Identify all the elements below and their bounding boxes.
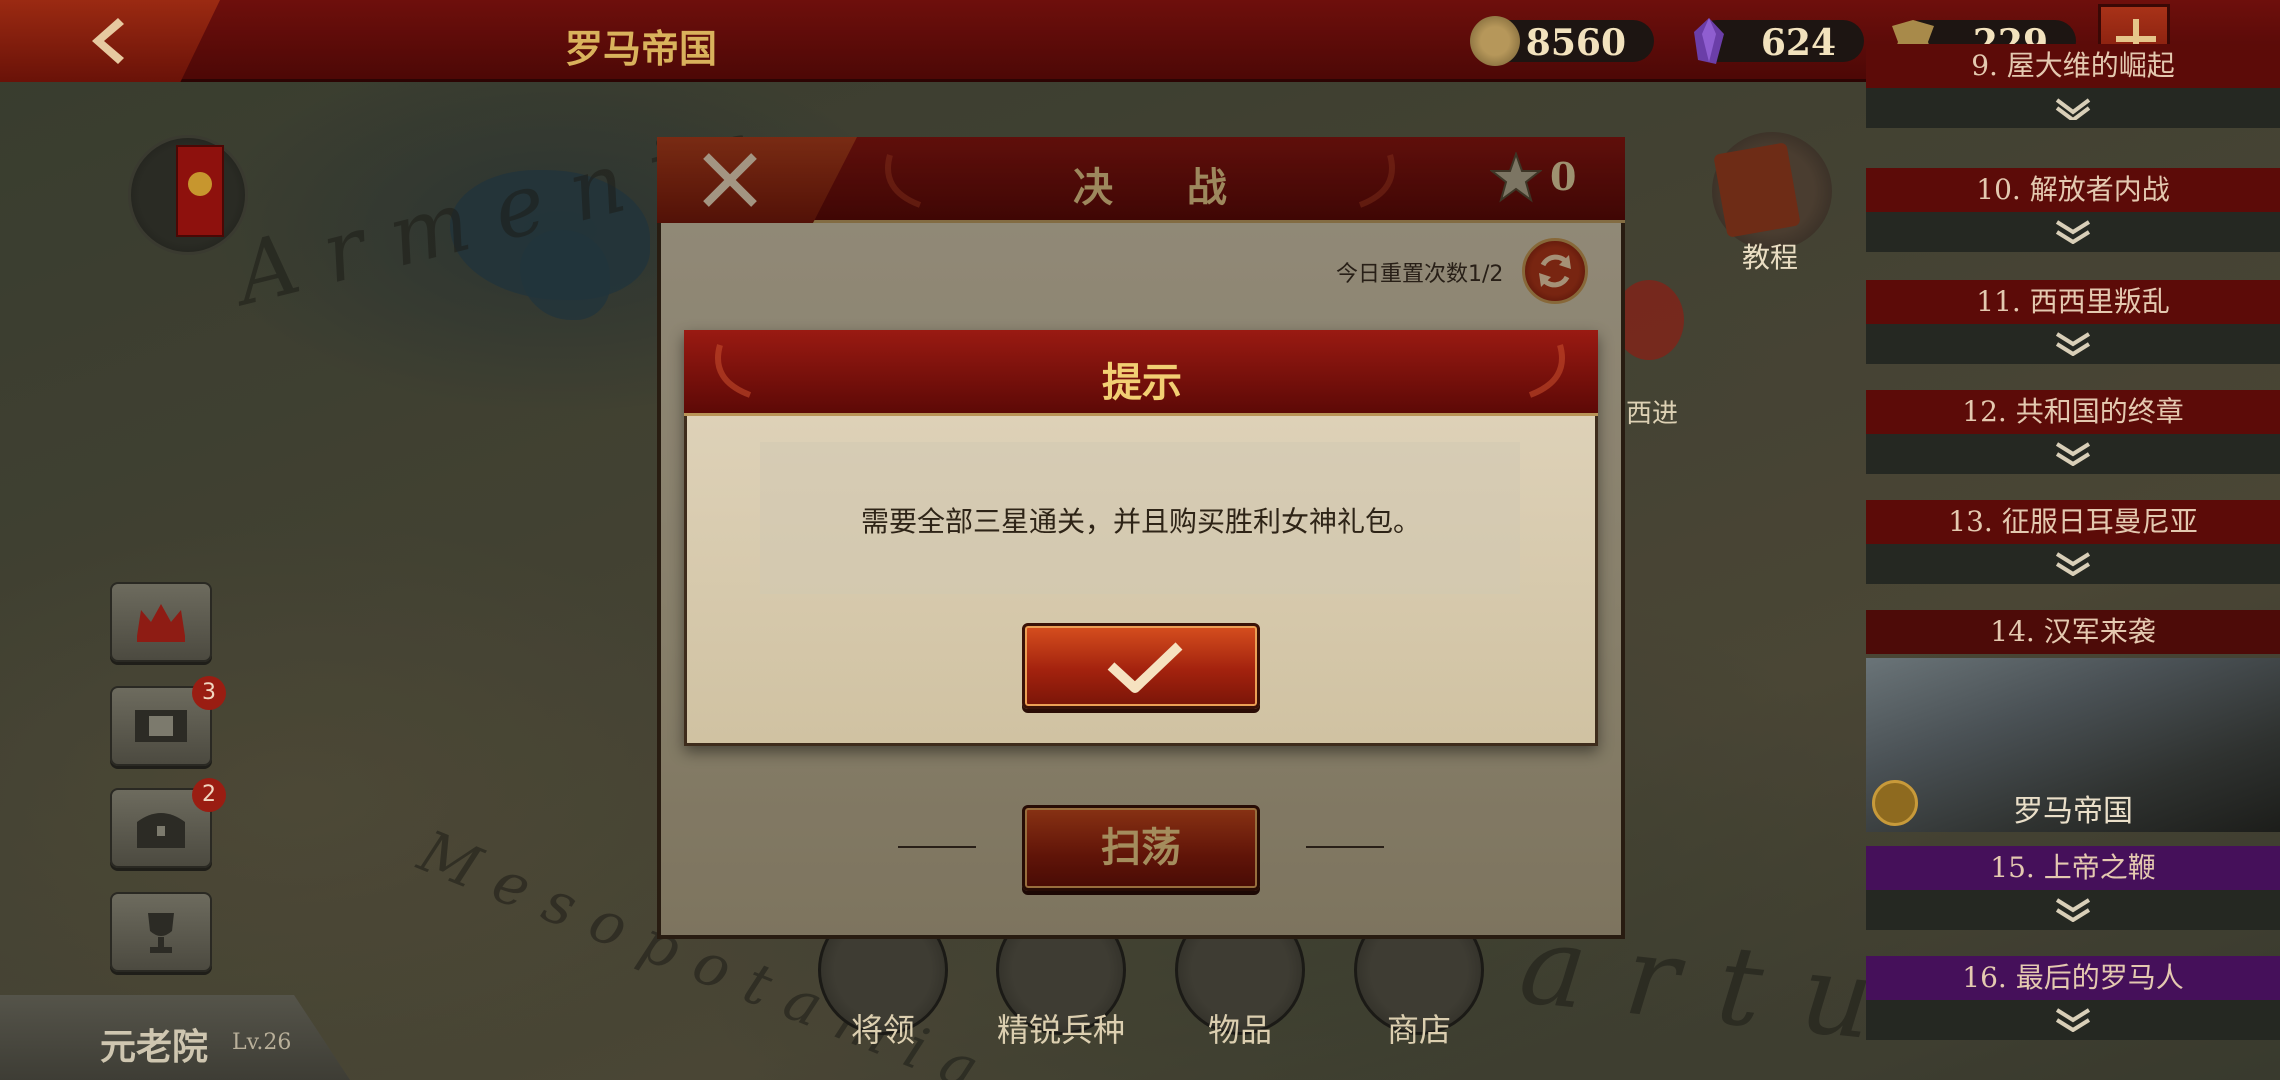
chapter-title: 13. 征服日耳曼尼亚 — [1866, 500, 2280, 544]
chapter-item[interactable]: 10. 解放者内战 — [1866, 168, 2280, 252]
chevron-down-icon — [2055, 332, 2091, 356]
gem-value: 624 — [1760, 22, 1836, 64]
chapter-item[interactable]: 12. 共和国的终章 — [1866, 390, 2280, 474]
gem-icon — [1694, 18, 1724, 64]
chapter-title: 15. 上帝之鞭 — [1866, 846, 2280, 890]
west-march-label: 西进 — [1626, 399, 1679, 429]
hint-dialog-title: 提示 — [1102, 359, 1182, 406]
chapter-title: 10. 解放者内战 — [1866, 168, 2280, 212]
checkmark-icon — [1107, 642, 1183, 693]
coin-icon — [1470, 16, 1520, 66]
chapter-expand[interactable] — [1866, 544, 2280, 584]
chapter-title: 14. 汉军来袭 — [1866, 610, 2280, 654]
chevron-down-icon — [2055, 98, 2091, 120]
chevron-down-icon — [2055, 898, 2091, 922]
chapter-artwork: 罗马帝国 — [1866, 658, 2280, 832]
trophy-button[interactable] — [110, 892, 212, 972]
hint-message: 需要全部三星通关，并且购买胜利女神礼包。 — [860, 505, 1421, 538]
film-icon — [135, 710, 187, 742]
chapter-item[interactable]: 15. 上帝之鞭 — [1866, 846, 2280, 930]
chest-badge: 2 — [192, 778, 226, 812]
chapter-faction-label: 罗马帝国 — [2013, 794, 2133, 829]
chapter-expand[interactable] — [1866, 890, 2280, 930]
chapter-title: 16. 最后的罗马人 — [1866, 956, 2280, 1000]
senate-name: 元老院 — [100, 1026, 209, 1068]
shop-label: 商店 — [1386, 1011, 1451, 1049]
generals-label: 将领 — [850, 1011, 915, 1049]
chest-icon — [137, 813, 185, 848]
chapter-item-active[interactable]: 14. 汉军来袭 罗马帝国 — [1866, 610, 2280, 832]
chevron-down-icon — [2055, 220, 2091, 244]
video-badge: 3 — [192, 676, 226, 710]
chapter-item[interactable]: 11. 西西里叛乱 — [1866, 280, 2280, 364]
back-arrow-icon — [92, 18, 124, 64]
chevron-down-icon — [2055, 552, 2091, 576]
chapter-title: 9. 屋大维的崛起 — [1866, 44, 2280, 88]
chapter-item[interactable]: 13. 征服日耳曼尼亚 — [1866, 500, 2280, 584]
trophy-icon — [148, 913, 174, 953]
chevron-down-icon — [2055, 442, 2091, 466]
chapter-expand[interactable] — [1866, 1000, 2280, 1040]
coin-counter: 8560 — [1470, 16, 1654, 66]
chapter-list[interactable]: 9. 屋大维的崛起 10. 解放者内战 11. 西西里叛乱 12. 共和国的终章… — [1866, 44, 2280, 1080]
laurel-icon — [1528, 344, 1565, 398]
tutorial-label: 教程 — [1742, 241, 1799, 274]
confirm-button[interactable] — [1022, 623, 1260, 709]
gem-counter: 624 — [1694, 18, 1864, 64]
chapter-item[interactable]: 16. 最后的罗马人 — [1866, 956, 2280, 1040]
chapter-expand[interactable] — [1866, 324, 2280, 364]
coin-value: 8560 — [1525, 22, 1626, 64]
book-icon — [1713, 142, 1801, 238]
elite-units-label: 精锐兵种 — [996, 1011, 1125, 1049]
chapter-expand[interactable] — [1866, 434, 2280, 474]
chapter-expand[interactable] — [1866, 212, 2280, 252]
eagle-emblem-icon — [188, 172, 212, 196]
senate-level: Lv.26 — [232, 1030, 292, 1055]
laurel-icon — [715, 344, 752, 398]
crown-button[interactable] — [110, 582, 212, 662]
chapter-title: 11. 西西里叛乱 — [1866, 280, 2280, 324]
crown-icon — [137, 604, 185, 642]
chevron-down-icon — [2055, 1008, 2091, 1032]
chapter-title: 12. 共和国的终章 — [1866, 390, 2280, 434]
page-title: 罗马帝国 — [565, 26, 718, 71]
chapter-item-partial[interactable]: 9. 屋大维的崛起 — [1866, 44, 2280, 128]
items-label: 物品 — [1207, 1011, 1272, 1049]
chapter-expand[interactable] — [1866, 88, 2280, 128]
